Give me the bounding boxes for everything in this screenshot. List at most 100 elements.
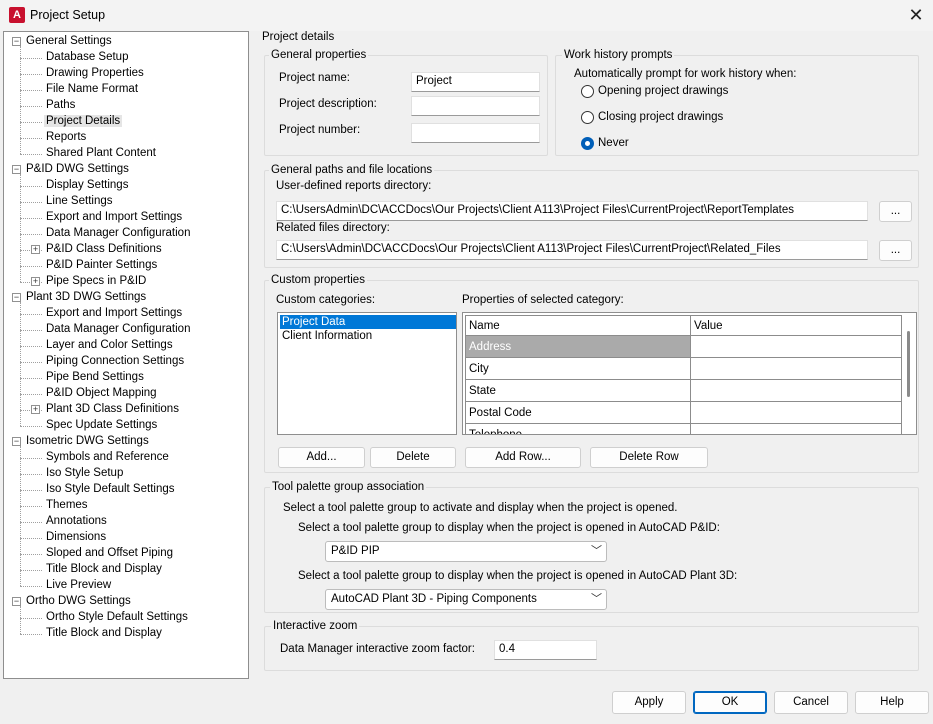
- row-name-cell[interactable]: Address: [465, 335, 691, 358]
- table-row[interactable]: Address: [465, 335, 902, 358]
- settings-tree[interactable]: General Settings − Database Setup Drawing P…: [3, 31, 249, 679]
- tree-connector: [20, 138, 42, 139]
- category-item[interactable]: Project Data: [280, 315, 456, 329]
- related-browse-button[interactable]: ...: [879, 240, 912, 261]
- tree-item[interactable]: Iso Style Default Settings: [46, 482, 174, 498]
- tree-item[interactable]: P&ID Painter Settings: [46, 258, 157, 274]
- tree-item-label: Export and Import Settings: [46, 307, 183, 319]
- tree-item[interactable]: Title Block and Display: [46, 562, 162, 578]
- close-icon[interactable]: ✕: [905, 4, 927, 26]
- project-number-field[interactable]: [411, 123, 540, 143]
- row-name-cell[interactable]: Telephone: [465, 423, 691, 434]
- tree-group[interactable]: Ortho DWG Settings: [26, 594, 131, 610]
- tree-item[interactable]: Layer and Color Settings: [46, 338, 173, 354]
- row-name-cell[interactable]: State: [465, 379, 691, 402]
- zoom-factor-field[interactable]: 0.4: [494, 640, 597, 660]
- tree-connector: [20, 362, 42, 363]
- tree-item[interactable]: Plant 3D Class Definitions: [46, 402, 179, 418]
- tree-connector: [20, 106, 42, 107]
- grid-scrollbar[interactable]: [907, 331, 910, 397]
- collapse-icon[interactable]: −: [12, 437, 21, 446]
- row-value-cell[interactable]: [690, 357, 902, 380]
- tree-group[interactable]: General Settings: [26, 34, 112, 50]
- tree-item[interactable]: File Name Format: [46, 82, 138, 98]
- tree-item[interactable]: Reports: [46, 130, 86, 146]
- project-name-field[interactable]: Project: [411, 72, 540, 92]
- tree-item[interactable]: Data Manager Configuration: [46, 322, 190, 338]
- table-row[interactable]: State: [465, 379, 902, 402]
- tree-item[interactable]: Display Settings: [46, 178, 128, 194]
- tree-item[interactable]: Annotations: [46, 514, 107, 530]
- tree-item[interactable]: Pipe Specs in P&ID: [46, 274, 146, 290]
- row-value-cell[interactable]: [690, 379, 902, 402]
- tree-item[interactable]: Title Block and Display: [46, 626, 162, 642]
- apply-button[interactable]: Apply: [612, 691, 686, 714]
- tree-item[interactable]: Export and Import Settings: [46, 306, 182, 322]
- pid-palette-dropdown[interactable]: P&ID PIP ﹀: [325, 541, 607, 562]
- tree-item[interactable]: P&ID Class Definitions: [46, 242, 162, 258]
- row-value-cell[interactable]: [690, 423, 902, 434]
- delete-row-button[interactable]: Delete Row: [590, 447, 708, 468]
- tree-item[interactable]: Export and Import Settings: [46, 210, 182, 226]
- tree-item[interactable]: Drawing Properties: [46, 66, 144, 82]
- tree-item-label: Live Preview: [46, 579, 112, 591]
- custom-categories-list[interactable]: Project Data Client Information: [277, 312, 457, 435]
- plant-palette-dropdown[interactable]: AutoCAD Plant 3D - Piping Components ﹀: [325, 589, 607, 610]
- tree-item[interactable]: P&ID Object Mapping: [46, 386, 157, 402]
- properties-grid[interactable]: Name Value Address City State Postal Cod…: [462, 312, 917, 435]
- add-row-button[interactable]: Add Row...: [465, 447, 581, 468]
- reports-browse-button[interactable]: ...: [879, 201, 912, 222]
- column-header-name[interactable]: Name: [465, 315, 691, 336]
- tree-connector: [20, 314, 42, 315]
- table-row[interactable]: City: [465, 357, 902, 380]
- tree-item[interactable]: Shared Plant Content: [46, 146, 156, 162]
- tree-item[interactable]: Sloped and Offset Piping: [46, 546, 173, 562]
- add-category-button[interactable]: Add...: [278, 447, 365, 468]
- related-dir-field[interactable]: C:\Users\Admin\DC\ACCDocs\Our Projects\C…: [276, 240, 868, 260]
- reports-dir-field[interactable]: C:\UsersAdmin\DC\ACCDocs\Our Projects\Cl…: [276, 201, 868, 221]
- tree-item[interactable]: Symbols and Reference: [46, 450, 169, 466]
- expand-icon[interactable]: +: [31, 277, 40, 286]
- tree-item[interactable]: Data Manager Configuration: [46, 226, 190, 242]
- expand-icon[interactable]: +: [31, 405, 40, 414]
- collapse-icon[interactable]: −: [12, 597, 21, 606]
- column-header-value[interactable]: Value: [690, 315, 902, 336]
- tree-item[interactable]: Live Preview: [46, 578, 111, 594]
- collapse-icon[interactable]: −: [12, 165, 21, 174]
- tree-item[interactable]: Database Setup: [46, 50, 128, 66]
- tree-group[interactable]: Isometric DWG Settings: [26, 434, 149, 450]
- tree-item[interactable]: Piping Connection Settings: [46, 354, 184, 370]
- expand-icon[interactable]: +: [31, 245, 40, 254]
- tree-group[interactable]: P&ID DWG Settings: [26, 162, 129, 178]
- row-name-cell[interactable]: Postal Code: [465, 401, 691, 424]
- tree-item[interactable]: Ortho Style Default Settings: [46, 610, 188, 626]
- ok-button[interactable]: OK: [693, 691, 767, 714]
- tree-item[interactable]: Spec Update Settings: [46, 418, 157, 434]
- radio-opening-drawings[interactable]: [581, 85, 594, 98]
- row-name-cell[interactable]: City: [465, 357, 691, 380]
- tree-item-label: Pipe Specs in P&ID: [46, 275, 147, 287]
- general-properties-title: General properties: [269, 49, 369, 61]
- cancel-button[interactable]: Cancel: [774, 691, 848, 714]
- tree-item[interactable]: Project Details: [44, 114, 123, 130]
- tree-item[interactable]: Themes: [46, 498, 88, 514]
- tree-item[interactable]: Dimensions: [46, 530, 106, 546]
- table-row[interactable]: Telephone: [465, 423, 902, 434]
- collapse-icon[interactable]: −: [12, 37, 21, 46]
- tree-item[interactable]: Line Settings: [46, 194, 113, 210]
- tree-item[interactable]: Paths: [46, 98, 75, 114]
- row-value-cell[interactable]: [690, 401, 902, 424]
- project-description-field[interactable]: [411, 96, 540, 116]
- collapse-icon[interactable]: −: [12, 293, 21, 302]
- tree-item[interactable]: Pipe Bend Settings: [46, 370, 144, 386]
- category-item[interactable]: Client Information: [280, 329, 456, 343]
- delete-category-button[interactable]: Delete: [370, 447, 456, 468]
- help-button[interactable]: Help: [855, 691, 929, 714]
- radio-never[interactable]: [581, 137, 594, 150]
- tree-group[interactable]: Plant 3D DWG Settings: [26, 290, 146, 306]
- row-value-cell[interactable]: [690, 335, 902, 358]
- tree-item[interactable]: Iso Style Setup: [46, 466, 123, 482]
- tree-item-label: Shared Plant Content: [46, 147, 156, 159]
- table-row[interactable]: Postal Code: [465, 401, 902, 424]
- radio-closing-drawings[interactable]: [581, 111, 594, 124]
